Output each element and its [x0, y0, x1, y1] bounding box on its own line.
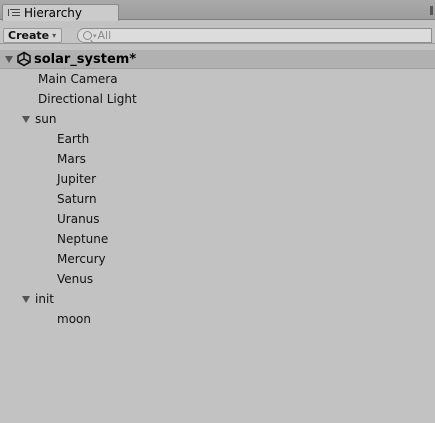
hierarchy-item[interactable]: Main Camera [38, 69, 118, 89]
hierarchy-item-label: Saturn [57, 192, 97, 206]
hierarchy-item[interactable]: Mercury [57, 249, 106, 269]
create-button-label: Create [8, 29, 50, 42]
unity-scene-icon [17, 51, 31, 67]
hierarchy-item-label: Neptune [57, 232, 109, 246]
expand-arrow-icon[interactable] [22, 295, 30, 303]
expand-arrow-icon[interactable] [5, 55, 13, 63]
chevron-down-icon: ▾ [52, 31, 57, 40]
hierarchy-item[interactable]: Neptune [57, 229, 108, 249]
tab-strip: Hierarchy [0, 0, 435, 21]
hierarchy-item[interactable]: Earth [57, 129, 89, 149]
hierarchy-item[interactable]: Jupiter [57, 169, 96, 189]
hierarchy-item[interactable]: Venus [57, 269, 93, 289]
hierarchy-item-label: sun [35, 112, 57, 126]
tab-hierarchy[interactable]: Hierarchy [2, 4, 119, 21]
hierarchy-item-label: Main Camera [38, 72, 118, 86]
scene-header[interactable]: solar_system* [0, 50, 435, 69]
search-placeholder: All [97, 29, 112, 42]
hierarchy-item-label: Directional Light [38, 92, 137, 106]
hierarchy-list-icon [8, 8, 21, 18]
hierarchy-item[interactable]: Uranus [57, 209, 100, 229]
hierarchy-item[interactable]: moon [57, 309, 91, 329]
hierarchy-item-label: Earth [57, 132, 90, 146]
hierarchy-item[interactable]: Mars [57, 149, 86, 169]
hierarchy-item-label: init [35, 292, 54, 306]
panel-menu-icon[interactable] [430, 6, 433, 15]
scene-name: solar_system* [34, 51, 137, 67]
hierarchy-toolbar: Create ▾ ▾ All [0, 28, 435, 44]
hierarchy-item-label: Mars [57, 152, 86, 166]
expand-arrow-icon[interactable] [22, 115, 30, 123]
hierarchy-item[interactable]: Saturn [57, 189, 97, 209]
hierarchy-item-label: Mercury [57, 252, 106, 266]
tab-label: Hierarchy [24, 6, 83, 20]
search-input[interactable]: ▾ All [77, 28, 432, 43]
hierarchy-item[interactable]: Directional Light [38, 89, 137, 109]
hierarchy-item[interactable]: init [22, 289, 54, 309]
create-button[interactable]: Create ▾ [3, 28, 63, 43]
hierarchy-item-label: Jupiter [57, 172, 97, 186]
hierarchy-item-label: Venus [57, 272, 94, 286]
search-icon [83, 31, 92, 40]
hierarchy-item-label: Uranus [57, 212, 100, 226]
search-filter-dropdown-icon[interactable]: ▾ [93, 32, 97, 40]
hierarchy-item-label: moon [57, 312, 91, 326]
hierarchy-item[interactable]: sun [22, 109, 56, 129]
